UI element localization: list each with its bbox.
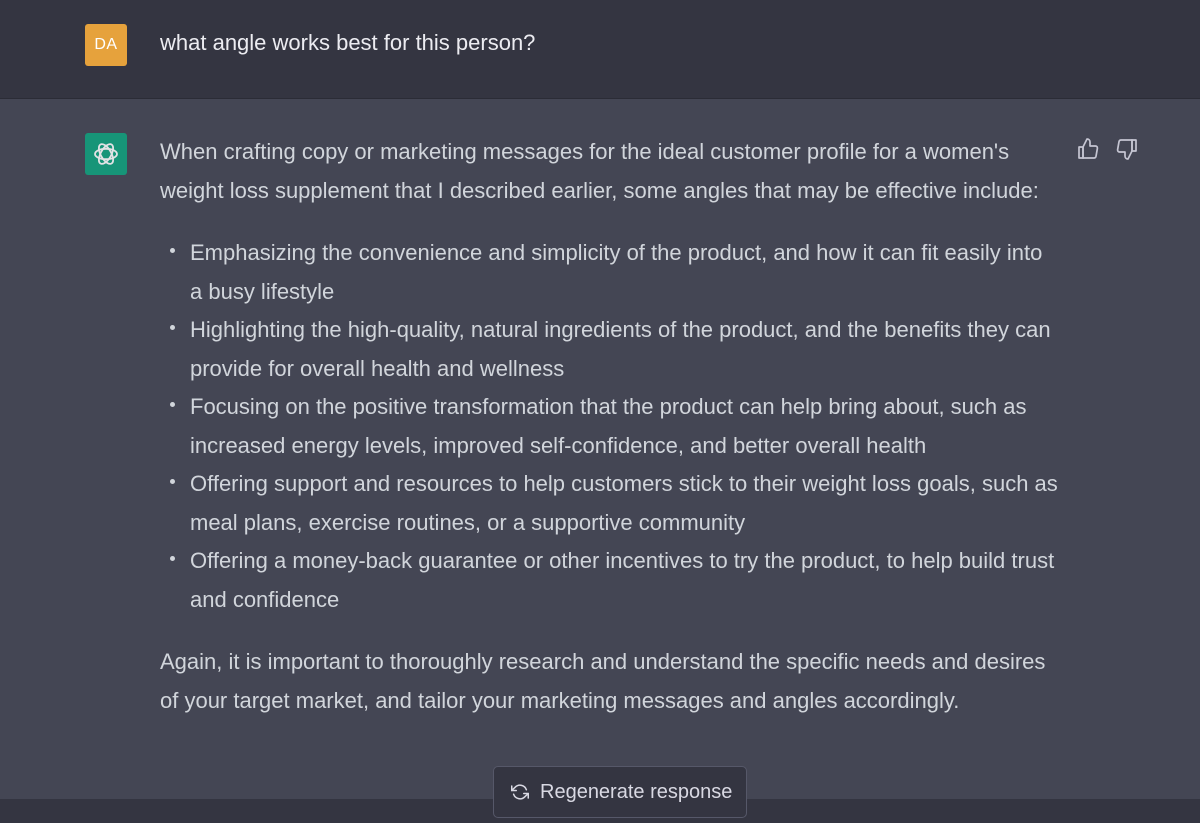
regenerate-response-button[interactable]: Regenerate response [493, 766, 747, 818]
thumbs-up-icon [1078, 138, 1099, 159]
thumbs-up-button[interactable] [1076, 137, 1100, 161]
user-message-text: what angle works best for this person? [160, 30, 536, 55]
thumbs-down-icon [1116, 139, 1137, 160]
assistant-message-row: When crafting copy or marketing messages… [0, 99, 1200, 823]
assistant-avatar [85, 133, 127, 175]
bullet-item: Offering support and resources to help c… [160, 465, 1060, 542]
chat-page: DA what angle works best for this person… [0, 0, 1200, 823]
assistant-conclusion-text: Again, it is important to thoroughly res… [160, 649, 1046, 713]
bullet-item: Focusing on the positive transformation … [160, 388, 1060, 465]
user-message-row: DA what angle works best for this person… [0, 0, 1200, 99]
bullet-item: Highlighting the high-quality, natural i… [160, 311, 1060, 388]
assistant-bullet-list: Emphasizing the convenience and simplici… [160, 234, 1060, 619]
assistant-message-content: When crafting copy or marketing messages… [160, 133, 1060, 720]
user-avatar: DA [85, 24, 127, 66]
thumbs-down-button[interactable] [1115, 137, 1139, 161]
bullet-item: Emphasizing the convenience and simplici… [160, 234, 1060, 311]
openai-logo-icon [94, 143, 118, 165]
bullet-item: Offering a money-back guarantee or other… [160, 542, 1060, 619]
assistant-intro-text: When crafting copy or marketing messages… [160, 139, 1039, 203]
regenerate-response-label: Regenerate response [540, 781, 733, 803]
refresh-icon [511, 784, 529, 800]
